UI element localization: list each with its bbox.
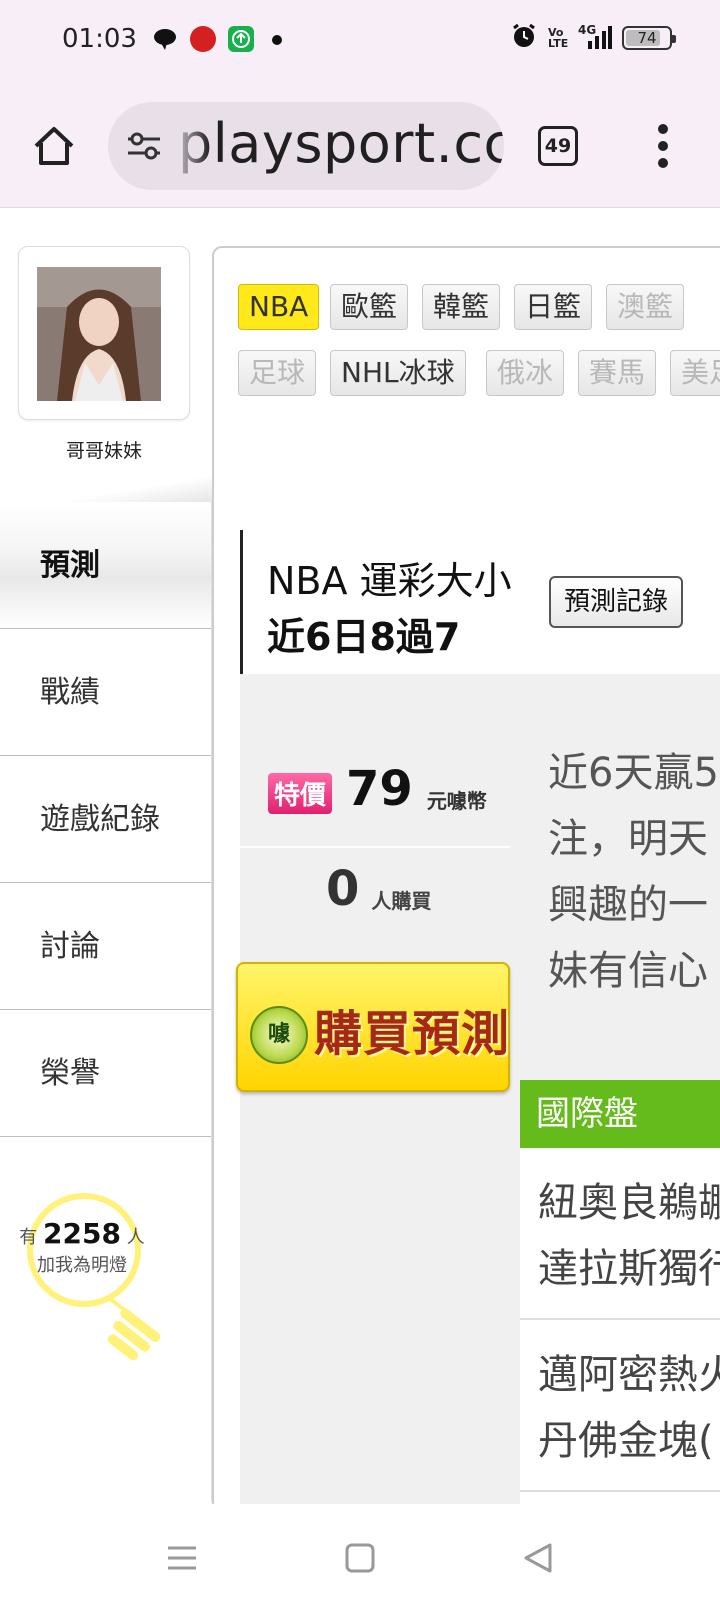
alarm-icon	[510, 22, 538, 54]
tab-euro-basketball[interactable]: 歐籃	[330, 284, 409, 330]
tab-korea-basketball[interactable]: 韓籃	[422, 284, 501, 330]
sidebar-item-game-log[interactable]: 遊戲紀錄	[0, 756, 212, 883]
dot-icon	[272, 35, 282, 45]
sidebar-item-honor[interactable]: 榮譽	[0, 1010, 212, 1137]
home-icon[interactable]	[32, 124, 76, 168]
site-settings-icon[interactable]	[126, 130, 162, 162]
sidebar-item-prediction[interactable]: 預測	[0, 502, 212, 629]
odds-row[interactable]: 邁阿密熱火 丹佛金塊(	[520, 1320, 720, 1492]
red-app-icon	[190, 26, 216, 52]
price-divider	[240, 846, 510, 848]
sidebar-nav: 預測 戰績 遊戲紀錄 討論 榮譽	[0, 502, 212, 1137]
browser-toolbar: playsport.cc 49	[0, 84, 720, 208]
status-time: 01:03	[62, 24, 137, 54]
price-row: 特價 79 元噱幣	[268, 764, 487, 814]
tab-horse-racing[interactable]: 賽馬	[578, 350, 657, 396]
description-line: 近6天贏5	[548, 750, 719, 796]
description-line: 妹有信心	[548, 948, 708, 994]
chat-bubble-icon	[152, 26, 178, 52]
profile-separator	[0, 468, 212, 504]
buy-prediction-label: 購買預測	[314, 1006, 511, 1062]
avatar[interactable]	[37, 267, 161, 401]
odds-list: 紐奧良鵜鶘 達拉斯獨行 邁阿密熱火 丹佛金塊(	[520, 1148, 720, 1504]
overflow-menu-icon[interactable]	[652, 124, 676, 168]
prediction-title: NBA 運彩大小	[267, 559, 512, 603]
fans-count-text: 有 2258 人 加我為明燈	[14, 1220, 150, 1280]
tab-american-football[interactable]: 美足	[670, 350, 720, 396]
odds-team-home: 丹佛金塊(	[538, 1418, 714, 1464]
tab-japan-basketball[interactable]: 日籃	[514, 284, 593, 330]
url-text: playsport.cc	[178, 112, 504, 175]
address-bar[interactable]: playsport.cc	[108, 102, 504, 190]
tab-soccer[interactable]: 足球	[238, 350, 317, 396]
signal-icon: 4G	[578, 23, 612, 51]
tab-nba[interactable]: NBA	[238, 284, 320, 330]
buy-prediction-button[interactable]: 噱 購買預測	[236, 962, 510, 1092]
sidebar-item-record[interactable]: 戰績	[0, 629, 212, 756]
odds-team-away: 紐奧良鵜鶘	[538, 1180, 720, 1226]
battery-percent: 74	[637, 29, 657, 47]
profile-card[interactable]	[18, 246, 190, 420]
green-upload-icon	[228, 26, 254, 52]
fans-suffix: 人	[126, 1227, 145, 1248]
special-price-badge: 特價	[268, 773, 333, 814]
international-odds-header: 國際盤	[520, 1080, 720, 1148]
odds-row[interactable]: 紐奧良鵜鶘 達拉斯獨行	[520, 1148, 720, 1320]
volte-icon: Vo LTE	[548, 26, 569, 50]
fans-count: 2258	[43, 1217, 121, 1250]
tab-russia-hockey[interactable]: 俄冰	[486, 350, 565, 396]
recent-apps-icon[interactable]	[164, 1540, 200, 1576]
home-nav-icon[interactable]	[342, 1540, 378, 1576]
fans-caption[interactable]: 加我為明燈	[37, 1255, 127, 1276]
system-nav-bar	[0, 1504, 720, 1604]
profile-name[interactable]: 哥哥妹妹	[0, 436, 208, 463]
fans-prefix: 有	[19, 1227, 38, 1248]
description-line: 注，明天	[548, 816, 708, 862]
buyer-label: 人購買	[371, 889, 432, 913]
coin-icon: 噱	[250, 1006, 308, 1064]
buyers-row: 0 人購買	[326, 864, 431, 914]
buyer-count: 0	[326, 861, 360, 917]
prediction-record: 近6日8過7	[267, 615, 461, 659]
prediction-header: NBA 運彩大小 近6日8過7 預測記錄	[240, 530, 720, 674]
prediction-description: 近6天贏5 注，明天 興趣的一 妹有信心	[548, 740, 720, 1000]
sidebar-item-discussion[interactable]: 討論	[0, 883, 212, 1010]
odds-team-home: 達拉斯獨行	[538, 1246, 720, 1292]
back-icon[interactable]	[520, 1540, 556, 1576]
tab-australia-basketball[interactable]: 澳籃	[606, 284, 685, 330]
price-unit: 元噱幣	[426, 789, 487, 813]
status-bar: 01:03 Vo LTE 4G 74	[0, 0, 720, 84]
url-fade	[170, 102, 210, 190]
tab-nhl-hockey[interactable]: NHL冰球	[330, 350, 466, 396]
tab-switcher-icon[interactable]: 49	[538, 126, 578, 166]
battery-icon: 74	[622, 26, 676, 50]
price-value: 79	[346, 761, 413, 817]
prediction-record-button[interactable]: 預測記錄	[549, 576, 683, 628]
odds-team-away: 邁阿密熱火	[538, 1352, 720, 1398]
description-line: 興趣的一	[548, 882, 708, 928]
